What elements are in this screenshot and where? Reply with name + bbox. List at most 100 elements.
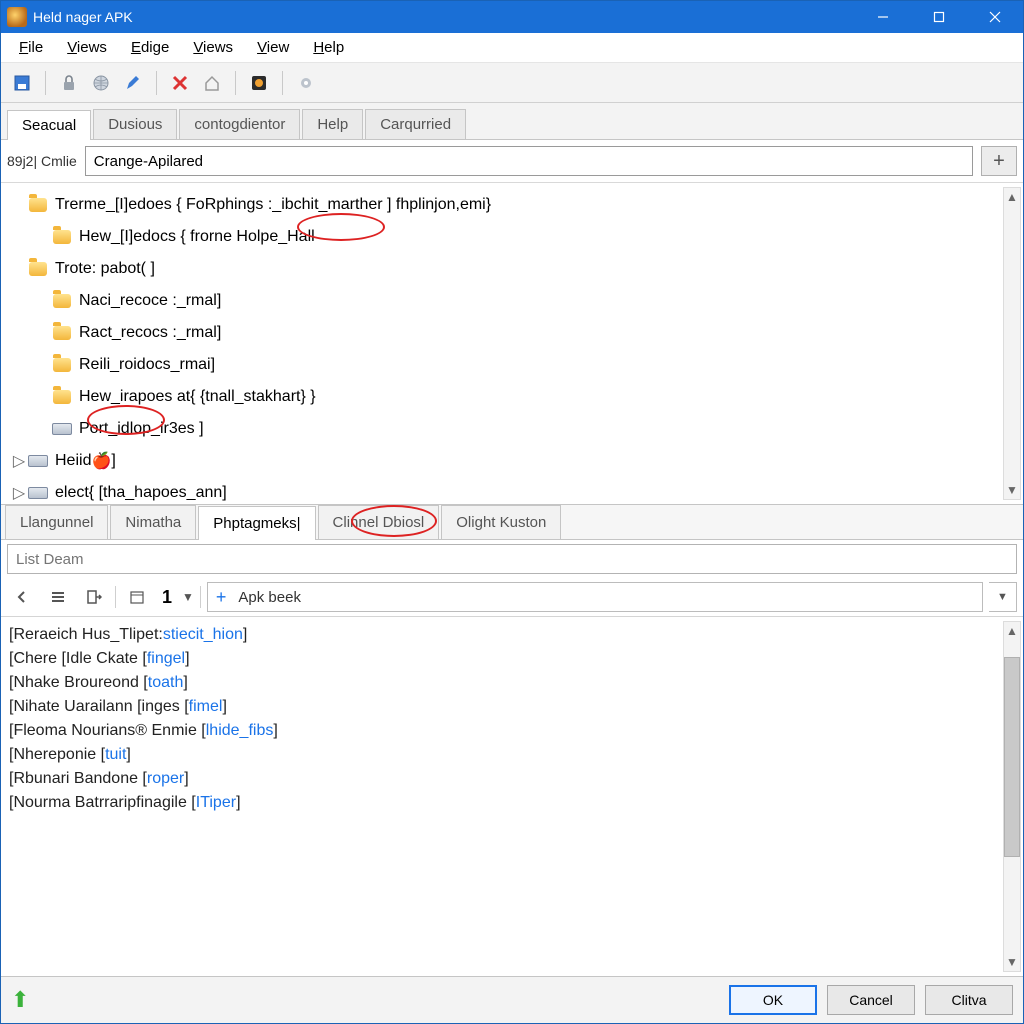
expand-icon[interactable]: ▷ [11,451,27,471]
expand-icon[interactable]: ▷ [11,483,27,503]
scroll-up-icon[interactable]: ▲ [1006,188,1018,206]
list-item[interactable]: [Nhereponie [tuit] [9,743,1015,767]
close-button[interactable] [967,1,1023,33]
home-icon[interactable] [197,68,227,98]
menu-edige[interactable]: Edige [119,35,181,60]
drive-icon [27,450,49,472]
apple-icon: 🍎 [91,451,111,471]
export-icon[interactable] [79,582,109,612]
list-item[interactable]: [Rbunari Bandone [roper] [9,767,1015,791]
tree-label: Trote: pabot( ] [55,260,155,278]
bug-icon[interactable] [244,68,274,98]
menu-file[interactable]: File [7,35,55,60]
calendar-icon[interactable] [122,582,152,612]
tab-contogdientor[interactable]: contogdientor [179,109,300,139]
tab-carqurried[interactable]: Carqurried [365,109,466,139]
delete-icon[interactable] [165,68,195,98]
ok-button[interactable]: OK [729,985,817,1015]
search-left-label: 89j2| Cmlie [7,153,77,169]
save-icon[interactable] [7,68,37,98]
drive-icon [51,418,73,440]
list-item[interactable]: [Reraeich Hus_Tlipet:stiecit_hion] [9,623,1015,647]
menu-views[interactable]: Views [181,35,245,60]
tree-row[interactable]: Hew_irapoes at{ {tnall_stakhart} } [11,381,1017,413]
tree-label: Naci_recoce :_rmal] [79,292,221,310]
scroll-down-icon[interactable]: ▼ [1006,953,1018,971]
tab-seacual[interactable]: Seacual [7,110,91,140]
list-item[interactable]: [Fleoma Nourians® Enmie [lhide_fibs] [9,719,1015,743]
titlebar: Held nager APK [1,1,1023,33]
midtab-phptagmeks-[interactable]: Phptagmeks| [198,506,315,540]
tree-row[interactable]: Trote: pabot( ] [11,253,1017,285]
tree-label: Port_idlop_ir3es ] [79,420,204,438]
extra-button[interactable]: Clitva [925,985,1013,1015]
lock-icon[interactable] [54,68,84,98]
separator [115,586,116,608]
folder-icon [51,322,73,344]
tree-row[interactable]: Hew_[I]edocs { frorne Holpe_Hall [11,221,1017,253]
folder-icon [27,194,49,216]
folder-icon [51,386,73,408]
scroll-down-icon[interactable]: ▼ [1006,481,1018,499]
list-item[interactable]: [Nourma Batrraripfinagile [ITiper] [9,791,1015,815]
list-item[interactable]: [Chere [Idle Ckate [fingel] [9,647,1015,671]
midtab-nimatha[interactable]: Nimatha [110,505,196,539]
cancel-button[interactable]: Cancel [827,985,915,1015]
globe-icon[interactable] [86,68,116,98]
quick-add-dropdown[interactable]: ▼ [989,582,1017,612]
gear-icon[interactable] [291,68,321,98]
separator [282,71,283,95]
plus-icon: + [208,587,235,608]
page-dropdown-icon[interactable]: ▼ [182,590,194,604]
midtab-olight-kuston[interactable]: Olight Kuston [441,505,561,539]
back-button[interactable] [7,582,37,612]
upload-icon[interactable]: ⬆ [11,987,29,1013]
tree-scrollbar[interactable]: ▲ ▼ [1003,187,1021,500]
pencil-icon[interactable] [118,68,148,98]
scroll-thumb[interactable] [1004,657,1020,857]
list-item[interactable]: [Nihate Uarailann [inges [fimel] [9,695,1015,719]
tree-row[interactable]: Naci_recoce :_rmal] [11,285,1017,317]
tree-row[interactable]: Trerme_[I]edoes { FoRphings :_ibchit_mar… [11,189,1017,221]
tree-row[interactable]: ▷ elect{ [tha_hapoes_ann] [11,477,1017,505]
minimize-button[interactable] [855,1,911,33]
maximize-button[interactable] [911,1,967,33]
separator [235,71,236,95]
list-icon[interactable] [43,582,73,612]
tab-dusious[interactable]: Dusious [93,109,177,139]
scroll-up-icon[interactable]: ▲ [1006,622,1018,640]
add-button[interactable]: + [981,146,1017,176]
list-panel[interactable]: [Reraeich Hus_Tlipet:stiecit_hion][Chere… [1,617,1023,977]
tree-label: Hew_irapoes at{ {tnall_stakhart} } [79,388,316,406]
tree-panel[interactable]: Trerme_[I]edoes { FoRphings :_ibchit_mar… [1,183,1023,505]
tree-row[interactable]: Port_idlop_ir3es ] [11,413,1017,445]
list-header [1,540,1023,578]
tree-label: Hew_[I]edocs { frorne Holpe_Hall [79,228,315,246]
tree-label: elect{ [tha_hapoes_ann] [55,484,227,502]
menu-views[interactable]: Views [55,35,119,60]
search-row: 89j2| Cmlie + [1,140,1023,183]
menubar: FileViewsEdigeViewsViewHelp [1,33,1023,63]
list-item[interactable]: [Nhake Broureond [toath] [9,671,1015,695]
tab-help[interactable]: Help [302,109,363,139]
tree-row[interactable]: ▷Heiid 🍎 ] [11,445,1017,477]
tree-row[interactable]: Reili_roidocs_rmai] [11,349,1017,381]
menu-help[interactable]: Help [301,35,356,60]
list-toolbar: 1 ▼ + Apk beek ▼ [1,578,1023,617]
app-icon [7,7,27,27]
midtab-clinnel-dbiosl[interactable]: Clinnel Dbiosl [318,505,440,539]
tree-row[interactable]: Ract_recocs :_rmal] [11,317,1017,349]
separator [45,71,46,95]
tree-label: Heiid [55,452,91,470]
folder-icon [51,354,73,376]
window-title: Held nager APK [33,9,133,25]
drive-icon [27,482,49,504]
list-filter-input[interactable] [7,544,1017,574]
tree-label: Ract_recocs :_rmal] [79,324,221,342]
footer: ⬆ OK Cancel Clitva [1,977,1023,1023]
top-tabstrip: SeacualDusiouscontogdientorHelpCarqurrie… [1,103,1023,140]
menu-view[interactable]: View [245,35,301,60]
search-input[interactable] [85,146,973,176]
midtab-llangunnel[interactable]: Llangunnel [5,505,108,539]
quick-add-field[interactable]: + Apk beek [207,582,983,612]
